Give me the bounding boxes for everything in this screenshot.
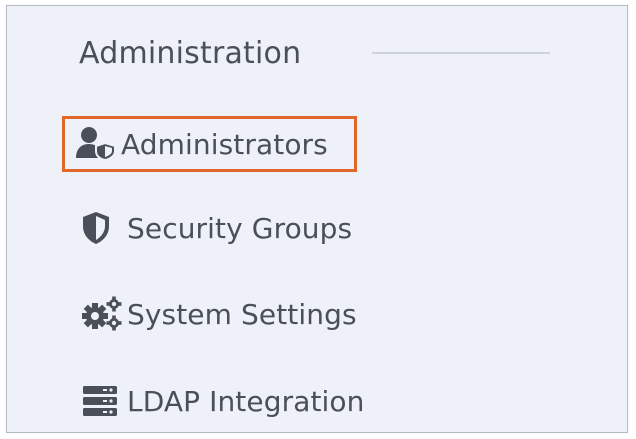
section-header: Administration [79, 28, 301, 78]
section-divider [372, 52, 550, 54]
admin-menu-panel: Administration Administrators Security G… [6, 5, 628, 433]
gears-icon [81, 296, 127, 332]
section-title: Administration [79, 35, 302, 71]
menu-item-label: LDAP Integration [127, 384, 365, 418]
menu-item-ldap-integration[interactable]: LDAP Integration [81, 379, 365, 423]
menu-item-security-groups[interactable]: Security Groups [81, 206, 352, 250]
shield-icon [81, 210, 127, 246]
menu-item-administrators[interactable]: Administrators [62, 116, 357, 172]
menu-item-label: Administrators [121, 127, 328, 161]
menu-item-system-settings[interactable]: System Settings [81, 292, 357, 336]
menu-item-label: System Settings [127, 297, 357, 331]
server-icon [81, 383, 127, 419]
user-shield-icon [75, 126, 121, 162]
menu-item-label: Security Groups [127, 211, 353, 245]
